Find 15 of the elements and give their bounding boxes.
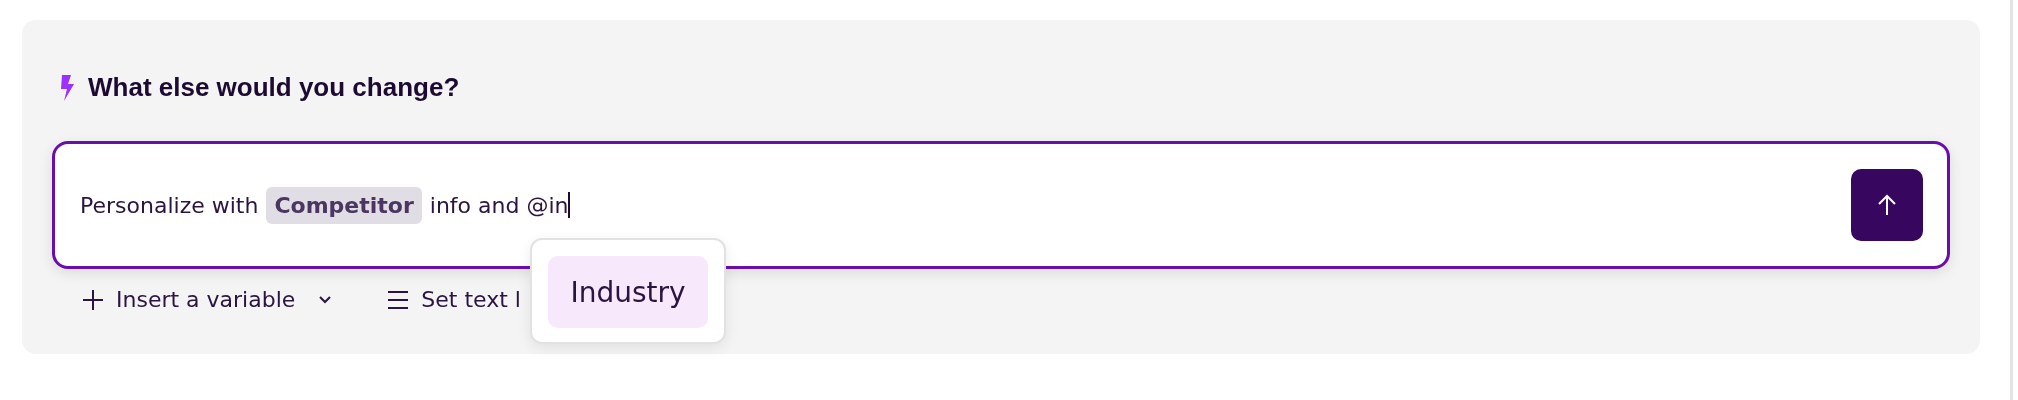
- prompt-title: What else would you change?: [88, 72, 460, 103]
- input-text: Personalize with: [80, 192, 259, 218]
- chevron-down-icon: [319, 295, 332, 304]
- lightning-icon: [59, 73, 75, 102]
- menu-icon: [387, 289, 410, 310]
- send-button[interactable]: [1851, 169, 1923, 241]
- text-cursor: [568, 192, 571, 218]
- input-text: info and @in: [429, 192, 569, 218]
- toolbar-button[interactable]: Insert a variable: [82, 287, 332, 312]
- suggestion-item[interactable]: Industry: [548, 256, 708, 328]
- toolbar-button[interactable]: Set text l: [387, 287, 521, 312]
- prompt-input[interactable]: Personalize with Competitor info and @in: [52, 141, 1950, 269]
- arrow-up-icon: [1877, 193, 1897, 217]
- variable-chip: Competitor: [266, 186, 422, 224]
- plus-icon: [82, 288, 104, 311]
